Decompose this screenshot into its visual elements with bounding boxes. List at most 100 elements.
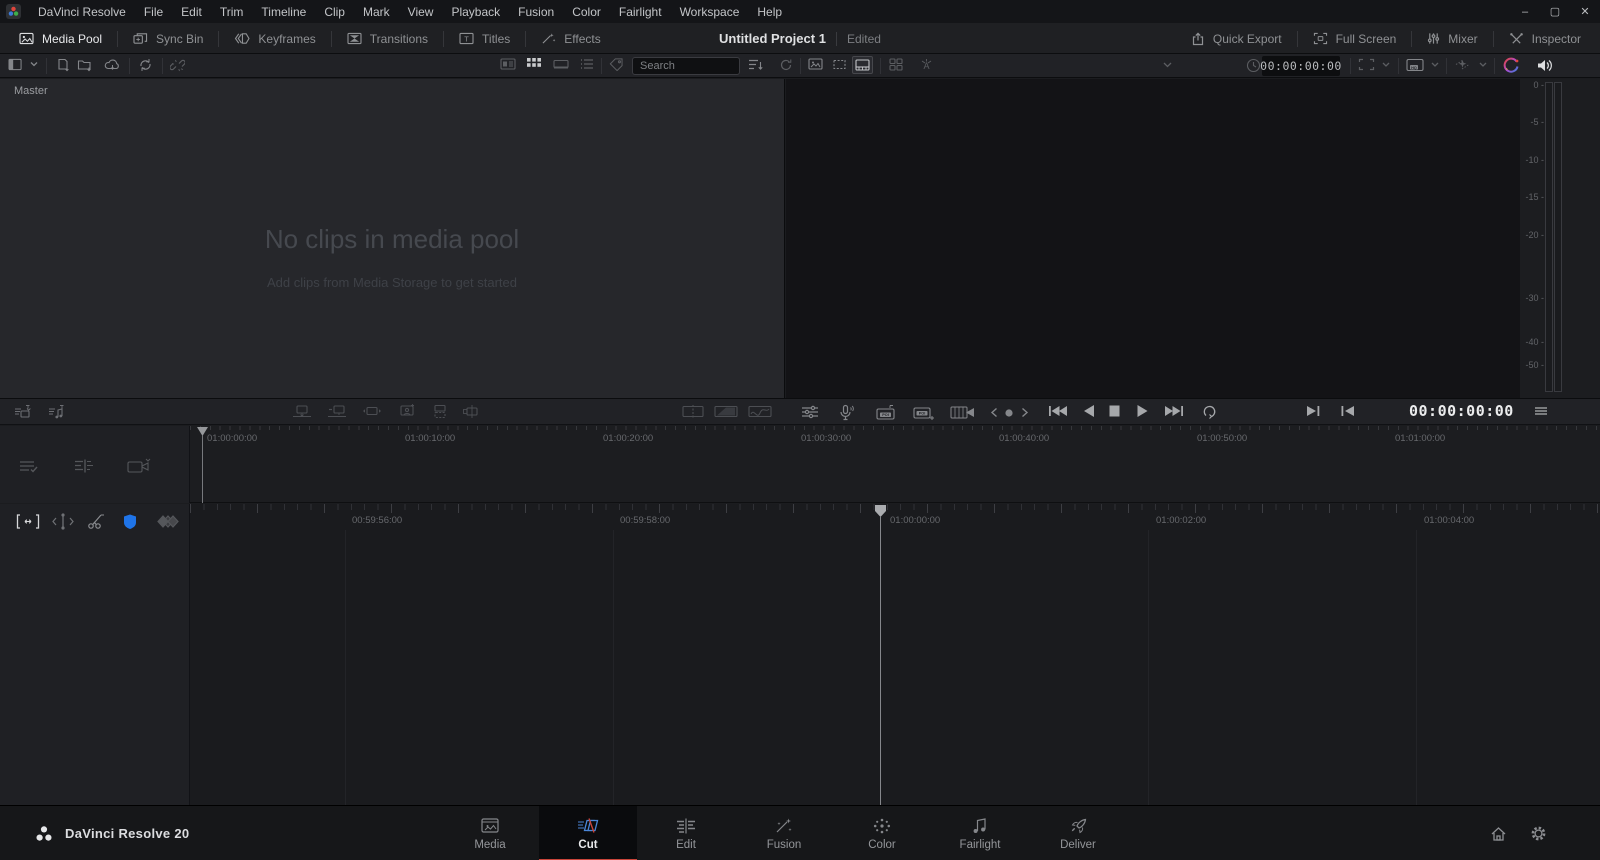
sync-clips-icon[interactable] xyxy=(138,58,153,72)
audio-meter-toggle-icon[interactable] xyxy=(1536,57,1553,74)
split-clip-icon[interactable] xyxy=(682,404,704,419)
panel-layout-icon[interactable] xyxy=(8,58,23,71)
project-manager-button[interactable] xyxy=(1490,806,1507,860)
poi-marker-icon[interactable]: POI xyxy=(874,404,898,421)
menu-timeline[interactable]: Timeline xyxy=(252,0,315,23)
menu-trim[interactable]: Trim xyxy=(211,0,253,23)
effects-button[interactable]: Effects xyxy=(526,23,615,54)
timeline-detail[interactable]: 00:59:56:00 00:59:58:00 01:00:00:00 01:0… xyxy=(0,504,1600,805)
sort-icon[interactable] xyxy=(748,58,764,71)
close-button[interactable]: ✕ xyxy=(1570,0,1600,23)
snapping-toggle-icon[interactable] xyxy=(122,513,138,530)
track-tools-icon[interactable] xyxy=(72,458,96,475)
tab-color[interactable]: Color xyxy=(833,806,931,860)
step-back-icon[interactable] xyxy=(990,407,999,418)
step-forward-icon[interactable] xyxy=(1020,407,1029,418)
append-audio-icon[interactable] xyxy=(48,404,66,420)
full-screen-button[interactable]: Full Screen xyxy=(1298,23,1412,54)
list-view-icon[interactable] xyxy=(580,58,594,70)
menu-fusion[interactable]: Fusion xyxy=(509,0,563,23)
quick-export-button[interactable]: Quick Export xyxy=(1176,23,1297,54)
cloud-import-icon[interactable] xyxy=(104,58,121,71)
menu-file[interactable]: File xyxy=(135,0,172,23)
source-overwrite-icon[interactable] xyxy=(462,404,482,419)
thumbnail-view-icon[interactable] xyxy=(527,58,541,70)
play-icon[interactable] xyxy=(1136,404,1149,418)
tab-deliver[interactable]: Deliver xyxy=(1029,806,1127,860)
viewer-filmstrip-icon[interactable] xyxy=(852,56,873,74)
viewer-tools-icon[interactable] xyxy=(800,404,820,420)
tag-filter-icon[interactable] xyxy=(609,58,625,71)
fit-zoom-icon[interactable] xyxy=(1358,58,1375,71)
color-management-icon[interactable] xyxy=(1502,57,1520,75)
project-settings-button[interactable] xyxy=(1530,806,1547,860)
multi-view-icon[interactable] xyxy=(889,58,903,71)
play-from-in-icon[interactable] xyxy=(1340,404,1355,418)
smart-insert-icon[interactable] xyxy=(292,404,312,419)
inspector-button[interactable]: Inspector xyxy=(1494,23,1596,54)
fit-zoom-chevron-icon[interactable] xyxy=(1381,61,1391,69)
smooth-cut-icon[interactable] xyxy=(748,404,772,419)
import-media-icon[interactable] xyxy=(56,58,70,72)
transitions-button[interactable]: Transitions xyxy=(332,23,443,54)
stop-icon[interactable] xyxy=(1108,404,1121,418)
viewer-panel[interactable] xyxy=(786,79,1520,398)
close-up-icon[interactable] xyxy=(397,404,417,419)
poi-add-icon[interactable]: POI xyxy=(911,404,935,421)
edit-range-tool-icon[interactable] xyxy=(16,513,40,530)
enhance-chevron-icon[interactable] xyxy=(1478,61,1488,69)
go-to-end-icon[interactable] xyxy=(1164,404,1184,418)
viewer-source-icon[interactable] xyxy=(808,58,823,70)
tab-media[interactable]: Media xyxy=(441,806,539,860)
search-input[interactable] xyxy=(632,57,740,75)
tab-cut[interactable]: Cut xyxy=(539,806,637,860)
place-on-top-icon[interactable] xyxy=(430,404,450,419)
menu-fairlight[interactable]: Fairlight xyxy=(610,0,671,23)
timeline-checked-icon[interactable] xyxy=(18,458,42,475)
metadata-view-icon[interactable] xyxy=(500,58,516,70)
tab-fairlight[interactable]: Fairlight xyxy=(931,806,1029,860)
voiceover-mic-icon[interactable] xyxy=(838,404,854,421)
titles-button[interactable]: T Titles xyxy=(444,23,525,54)
go-to-start-icon[interactable] xyxy=(1048,404,1068,418)
sync-bin-button[interactable]: Sync Bin xyxy=(118,23,218,54)
append-clip-icon[interactable] xyxy=(14,404,32,420)
jog-dot-icon[interactable] xyxy=(1004,408,1014,418)
quality-chevron-icon[interactable] xyxy=(1430,61,1440,69)
ripple-overwrite-icon[interactable] xyxy=(362,404,382,419)
viewer-marquee-icon[interactable] xyxy=(831,58,848,71)
playback-quality-hq-icon[interactable]: HQ xyxy=(1406,58,1424,72)
menu-view[interactable]: View xyxy=(399,0,443,23)
timeline-timecode[interactable]: 00:00:00:00 xyxy=(1409,402,1513,420)
timeline-ruler[interactable]: 00:59:56:00 00:59:58:00 01:00:00:00 01:0… xyxy=(190,504,1600,529)
enhance-viewer-icon[interactable] xyxy=(1454,58,1471,71)
media-pool-button[interactable]: Media Pool xyxy=(4,23,117,54)
refresh-icon[interactable] xyxy=(779,58,793,72)
bin-label[interactable]: Master xyxy=(14,85,48,97)
menu-color[interactable]: Color xyxy=(563,0,610,23)
menu-help[interactable]: Help xyxy=(748,0,791,23)
menu-mark[interactable]: Mark xyxy=(354,0,399,23)
strip-view-icon[interactable] xyxy=(553,58,569,70)
menu-clip[interactable]: Clip xyxy=(315,0,354,23)
scene-cut-detect-icon[interactable]: A xyxy=(920,58,933,72)
timeline-overview-ruler[interactable]: 01:00:00:00 01:00:10:00 01:00:20:00 01:0… xyxy=(190,426,1600,448)
import-folder-icon[interactable] xyxy=(77,58,92,72)
timeline-select-chevron-icon[interactable] xyxy=(1162,61,1173,69)
trim-tool-icon[interactable] xyxy=(52,513,74,530)
razor-tool-icon[interactable] xyxy=(86,513,106,530)
keyframe-layers-icon[interactable] xyxy=(156,513,180,530)
menu-workspace[interactable]: Workspace xyxy=(671,0,749,23)
minimize-button[interactable]: – xyxy=(1510,0,1540,23)
relink-media-icon[interactable] xyxy=(170,58,185,72)
play-to-out-icon[interactable] xyxy=(1306,404,1321,418)
timeline-options-menu-icon[interactable] xyxy=(1533,404,1549,418)
menu-edit[interactable]: Edit xyxy=(172,0,211,23)
menu-playback[interactable]: Playback xyxy=(442,0,509,23)
append-at-end-icon[interactable] xyxy=(327,404,347,419)
camera-multicam-icon[interactable] xyxy=(126,458,152,475)
play-reverse-icon[interactable] xyxy=(1082,404,1095,418)
tab-fusion[interactable]: Fusion xyxy=(735,806,833,860)
overview-playhead-line[interactable] xyxy=(202,435,203,503)
viewer-timecode[interactable]: 00:00:00:00 xyxy=(1260,56,1341,76)
